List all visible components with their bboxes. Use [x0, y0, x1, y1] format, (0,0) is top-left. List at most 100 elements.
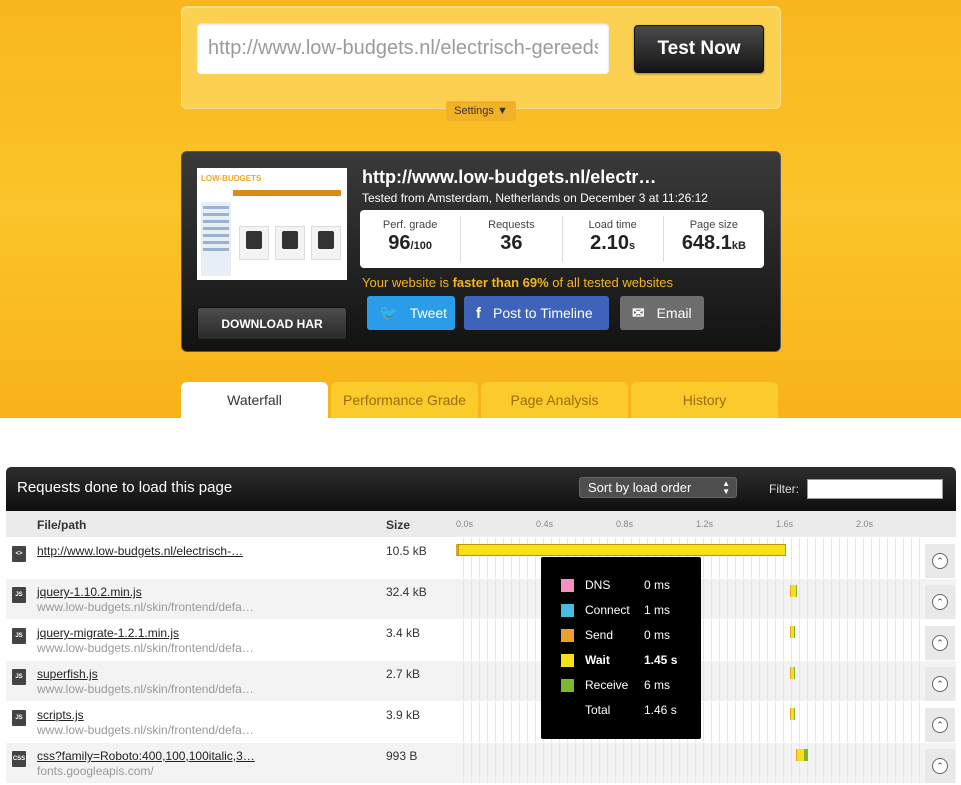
tooltip-row-total: Total 1.46 s — [561, 702, 677, 718]
envelope-icon: ✉ — [632, 305, 645, 322]
thumbnail-product — [239, 226, 269, 260]
tab-history[interactable]: History — [631, 382, 778, 418]
chevron-up-icon: ⌃ — [932, 594, 948, 610]
tooltip-row-receive: Receive 6 ms — [561, 677, 670, 693]
timing-swatch — [561, 678, 574, 692]
stat-requests: Requests 36 — [461, 216, 563, 262]
tooltip-value: 6 ms — [644, 678, 671, 692]
requests-table: Requests done to load this page Sort by … — [6, 467, 956, 785]
timeline-tick: 1.6s — [776, 519, 794, 529]
waterfall-bar-segment[interactable] — [795, 585, 797, 597]
chevron-up-icon: ⌃ — [932, 635, 948, 651]
tooltip-row-send: Send 0 ms — [561, 627, 670, 643]
thumbnail-product — [311, 226, 341, 260]
request-file-name[interactable]: jquery-1.10.2.min.js — [37, 585, 142, 599]
table-row[interactable]: CSS css?family=Roboto:400,100,100italic,3… — [6, 742, 956, 783]
request-file-name[interactable]: css?family=Roboto:400,100,100italic,3… — [37, 749, 255, 763]
request-size: 3.9 kB — [386, 708, 421, 722]
waterfall-bar-segment[interactable] — [794, 667, 795, 679]
file-type-icon: JS — [12, 628, 26, 644]
thumbnail-product — [275, 226, 305, 260]
url-input[interactable] — [197, 23, 609, 74]
tab-waterfall[interactable]: Waterfall — [181, 382, 328, 418]
filter-input[interactable] — [807, 479, 943, 499]
thumbnail-nav — [233, 190, 341, 196]
stat-value: 648.1 — [681, 232, 732, 254]
result-panel: LOW-BUDGETS DOWNLOAD HAR http://www.low-… — [181, 151, 781, 352]
expand-row-button[interactable]: ⌃ — [925, 544, 955, 578]
waterfall-bar-segment[interactable] — [458, 544, 786, 556]
tooltip-key: Wait — [585, 653, 610, 667]
tooltip-row-wait: Wait 1.45 s — [561, 652, 677, 668]
tooltip-key: DNS — [585, 578, 611, 592]
file-type-icon: <> — [12, 546, 26, 562]
waterfall-bar-segment[interactable] — [794, 708, 795, 720]
stat-page-size: Page size 648.1kB — [664, 216, 764, 262]
table-row[interactable]: JS scripts.js www.low-budgets.nl/skin/fron… — [6, 701, 956, 742]
table-row[interactable]: <> http://www.low-budgets.nl/electrisch-…… — [6, 537, 956, 578]
timeline-tick: 0.4s — [536, 519, 554, 529]
timing-swatch — [561, 628, 574, 642]
timing-swatch — [561, 578, 574, 592]
filter-label: Filter: — [769, 482, 799, 496]
timeline-tick: 1.2s — [696, 519, 714, 529]
request-file-name[interactable]: jquery-migrate-1.2.1.min.js — [37, 626, 179, 640]
request-file-name[interactable]: superfish.js — [37, 667, 98, 681]
stat-unit: /100 — [410, 240, 432, 252]
download-har-button[interactable]: DOWNLOAD HAR — [197, 307, 347, 340]
timing-swatch — [561, 603, 574, 617]
request-file-name[interactable]: http://www.low-budgets.nl/electrisch-… — [37, 544, 243, 558]
requests-header: Requests done to load this page Sort by … — [6, 467, 956, 511]
test-now-button[interactable]: Test Now — [634, 25, 764, 73]
col-size: Size — [386, 518, 411, 532]
waterfall-bar-segment[interactable] — [803, 749, 808, 761]
sort-select[interactable]: Sort by load order ▲ ▼ — [579, 477, 737, 498]
request-host: www.low-budgets.nl/skin/frontend/defa… — [37, 600, 254, 614]
email-button[interactable]: ✉ Email — [620, 296, 704, 330]
thumbnail-logo: LOW-BUDGETS — [201, 174, 262, 183]
stats-box: Perf. grade 96/100 Requests 36 Load time… — [360, 210, 764, 268]
stat-value: 96 — [388, 232, 411, 254]
tweet-button[interactable]: 🐦 Tweet — [367, 296, 455, 330]
settings-toggle[interactable]: Settings ▼ — [446, 101, 516, 121]
stat-label: Requests — [488, 219, 535, 231]
stat-label: Page size — [689, 219, 739, 231]
column-header: File/path Size 0.0s 0.4s 0.8s 1.2s 1.6s 2.0s — [6, 511, 956, 537]
request-rows: <> http://www.low-budgets.nl/electrisch-…… — [6, 537, 956, 783]
twitter-bird-icon: 🐦 — [379, 305, 398, 322]
tested-url: http://www.low-budgets.nl/electr… — [362, 167, 657, 187]
table-row[interactable]: JS jquery-migrate-1.2.1.min.js www.low-bud… — [6, 619, 956, 660]
expand-row-button[interactable]: ⌃ — [925, 585, 955, 619]
header-area: Test Now Settings ▼ LOW-BUDGETS DOWNLOAD… — [0, 0, 961, 418]
request-size: 993 B — [386, 749, 418, 763]
request-size: 3.4 kB — [386, 626, 421, 640]
tooltip-key: Total — [585, 703, 611, 717]
expand-row-button[interactable]: ⌃ — [925, 749, 955, 783]
request-host: www.low-budgets.nl/skin/frontend/defa… — [37, 723, 254, 737]
expand-row-button[interactable]: ⌃ — [925, 667, 955, 701]
tooltip-key: Connect — [585, 603, 630, 617]
request-host: www.low-budgets.nl/skin/frontend/defa… — [37, 641, 254, 655]
facebook-post-button[interactable]: f Post to Timeline — [464, 296, 609, 330]
table-row[interactable]: JS jquery-1.10.2.min.js www.low-budgets.nl… — [6, 578, 956, 619]
tested-from: Tested from Amsterdam, Netherlands on De… — [362, 191, 708, 205]
expand-row-button[interactable]: ⌃ — [925, 708, 955, 742]
expand-row-button[interactable]: ⌃ — [925, 626, 955, 660]
chevron-up-icon: ⌃ — [932, 553, 948, 569]
waterfall-bar-segment[interactable] — [794, 626, 795, 638]
timeline-tick: 2.0s — [856, 519, 874, 529]
request-file-name[interactable]: scripts.js — [37, 708, 84, 722]
tooltip-value: 0 ms — [644, 578, 671, 592]
tab-performance-grade[interactable]: Performance Grade — [331, 382, 478, 418]
timeline-grid — [456, 743, 924, 783]
tab-page-analysis[interactable]: Page Analysis — [481, 382, 628, 418]
file-type-icon: JS — [12, 710, 26, 726]
timeline-tick: 0.8s — [616, 519, 634, 529]
file-type-icon: CSS — [12, 751, 26, 767]
tooltip-key: Receive — [585, 678, 629, 692]
waterfall-bar-segment[interactable] — [797, 749, 804, 761]
stat-unit: kB — [731, 240, 746, 252]
file-type-icon: JS — [12, 669, 26, 685]
chevron-up-icon: ⌃ — [932, 676, 948, 692]
table-row[interactable]: JS superfish.js www.low-budgets.nl/skin/fr… — [6, 660, 956, 701]
